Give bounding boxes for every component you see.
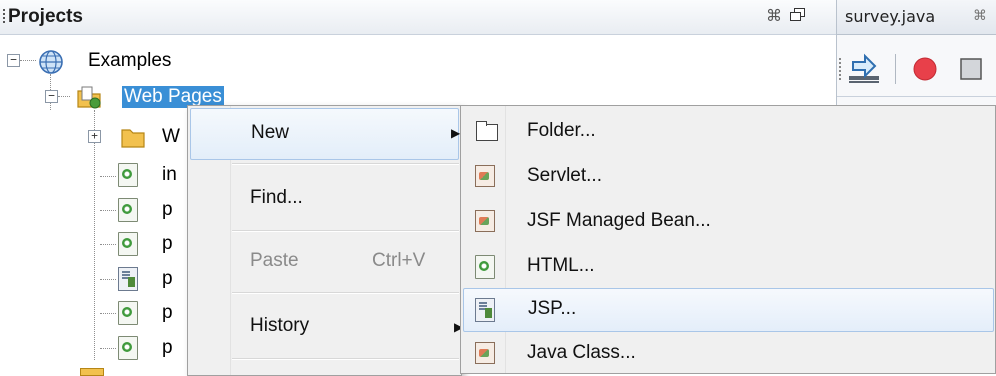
tree-node-web-inf[interactable]: + W bbox=[0, 122, 180, 152]
tree-node-label: Examples bbox=[88, 50, 172, 71]
html-file-icon bbox=[118, 198, 138, 222]
stop-icon[interactable] bbox=[953, 52, 989, 86]
collapse-icon[interactable]: − bbox=[7, 54, 20, 67]
submenu-item-html[interactable]: HTML... bbox=[463, 245, 994, 289]
class-icon bbox=[475, 165, 495, 187]
submenu-item-jsp[interactable]: JSP... bbox=[463, 288, 994, 332]
class-icon bbox=[475, 342, 495, 364]
menu-separator bbox=[232, 358, 459, 360]
submenu-item-label: JSF Managed Bean... bbox=[527, 210, 711, 231]
submenu-item-java-class[interactable]: Java Class... bbox=[463, 332, 994, 376]
projects-panel-header: Projects ⌘ bbox=[0, 0, 836, 35]
tree-node-examples[interactable]: − Examples bbox=[0, 46, 240, 76]
submenu-item-servlet[interactable]: Servlet... bbox=[463, 155, 994, 199]
tree-node-file[interactable]: p bbox=[0, 298, 180, 328]
tree-node-file[interactable]: in bbox=[0, 160, 180, 190]
editor-tab-survey[interactable]: survey.java ⌘ bbox=[837, 0, 996, 35]
menu-separator bbox=[232, 292, 459, 294]
web-folder-icon bbox=[77, 86, 101, 109]
menu-separator bbox=[232, 163, 459, 165]
menu-item-label: New bbox=[251, 122, 290, 143]
record-icon[interactable] bbox=[907, 52, 943, 86]
jsp-file-icon bbox=[475, 298, 495, 322]
menu-item-label: Paste bbox=[250, 250, 299, 271]
restore-window-icon[interactable] bbox=[790, 8, 806, 22]
go-to-source-icon[interactable] bbox=[847, 52, 883, 86]
tree-node-label: p bbox=[162, 337, 173, 358]
editor-tab-label: survey.java bbox=[845, 7, 936, 26]
editor-toolbar bbox=[837, 44, 996, 97]
new-submenu: Folder... Servlet... JSF Managed Bean...… bbox=[460, 105, 996, 374]
projects-panel-title: Projects bbox=[8, 6, 83, 27]
folder-icon bbox=[476, 121, 498, 141]
menu-item-label: History bbox=[250, 315, 310, 336]
drag-grip-icon[interactable] bbox=[3, 9, 5, 25]
tree-node-label: p bbox=[162, 233, 173, 254]
tree-node-file[interactable]: p bbox=[0, 333, 180, 363]
tree-node-label: p bbox=[162, 268, 173, 289]
expand-icon[interactable]: + bbox=[88, 130, 101, 143]
submenu-item-label: JSP... bbox=[528, 298, 577, 319]
html-file-icon bbox=[118, 232, 138, 256]
folder-icon bbox=[80, 368, 104, 376]
class-icon bbox=[475, 210, 495, 232]
menu-item-label: Find... bbox=[250, 187, 303, 208]
tree-node-label: W bbox=[162, 126, 180, 147]
tree-node-file[interactable]: p bbox=[0, 264, 180, 294]
menu-separator bbox=[232, 230, 459, 232]
jsp-file-icon bbox=[118, 267, 138, 291]
submenu-item-label: Java Class... bbox=[527, 342, 636, 363]
collapse-icon[interactable]: − bbox=[45, 90, 58, 103]
minimize-window-icon[interactable]: ⌘ bbox=[766, 6, 782, 26]
html-file-icon bbox=[118, 336, 138, 360]
submenu-item-folder[interactable]: Folder... bbox=[463, 110, 994, 154]
submenu-item-label: Servlet... bbox=[527, 165, 602, 186]
menu-item-paste[interactable]: Paste Ctrl+V bbox=[190, 236, 459, 288]
folder-icon bbox=[121, 129, 145, 148]
tree-node-label: in bbox=[162, 164, 177, 185]
menu-item-shortcut: Ctrl+V bbox=[372, 250, 426, 271]
menu-item-find[interactable]: Find... bbox=[190, 172, 459, 224]
html-file-icon bbox=[118, 163, 138, 187]
submenu-item-label: HTML... bbox=[527, 255, 595, 276]
tree-node-label: p bbox=[162, 302, 173, 323]
html-file-icon bbox=[118, 301, 138, 325]
tree-node-label: p bbox=[162, 199, 173, 220]
tree-node-file[interactable]: p bbox=[0, 195, 180, 225]
menu-item-history[interactable]: History ▶ bbox=[190, 300, 463, 352]
submenu-item-jsf-managed-bean[interactable]: JSF Managed Bean... bbox=[463, 200, 994, 244]
close-tab-icon[interactable]: ⌘ bbox=[973, 7, 987, 24]
toolbar-separator bbox=[895, 54, 896, 84]
html-file-icon bbox=[475, 255, 495, 279]
submenu-arrow-icon: ▶ bbox=[451, 126, 461, 140]
tree-node-file[interactable]: p bbox=[0, 229, 180, 259]
project-globe-icon bbox=[39, 50, 63, 74]
toolbar-grip-icon[interactable] bbox=[839, 58, 841, 80]
submenu-item-label: Folder... bbox=[527, 120, 596, 141]
context-menu: New ▶ Find... Paste Ctrl+V History ▶ bbox=[187, 105, 463, 376]
menu-item-new[interactable]: New ▶ bbox=[190, 108, 461, 160]
